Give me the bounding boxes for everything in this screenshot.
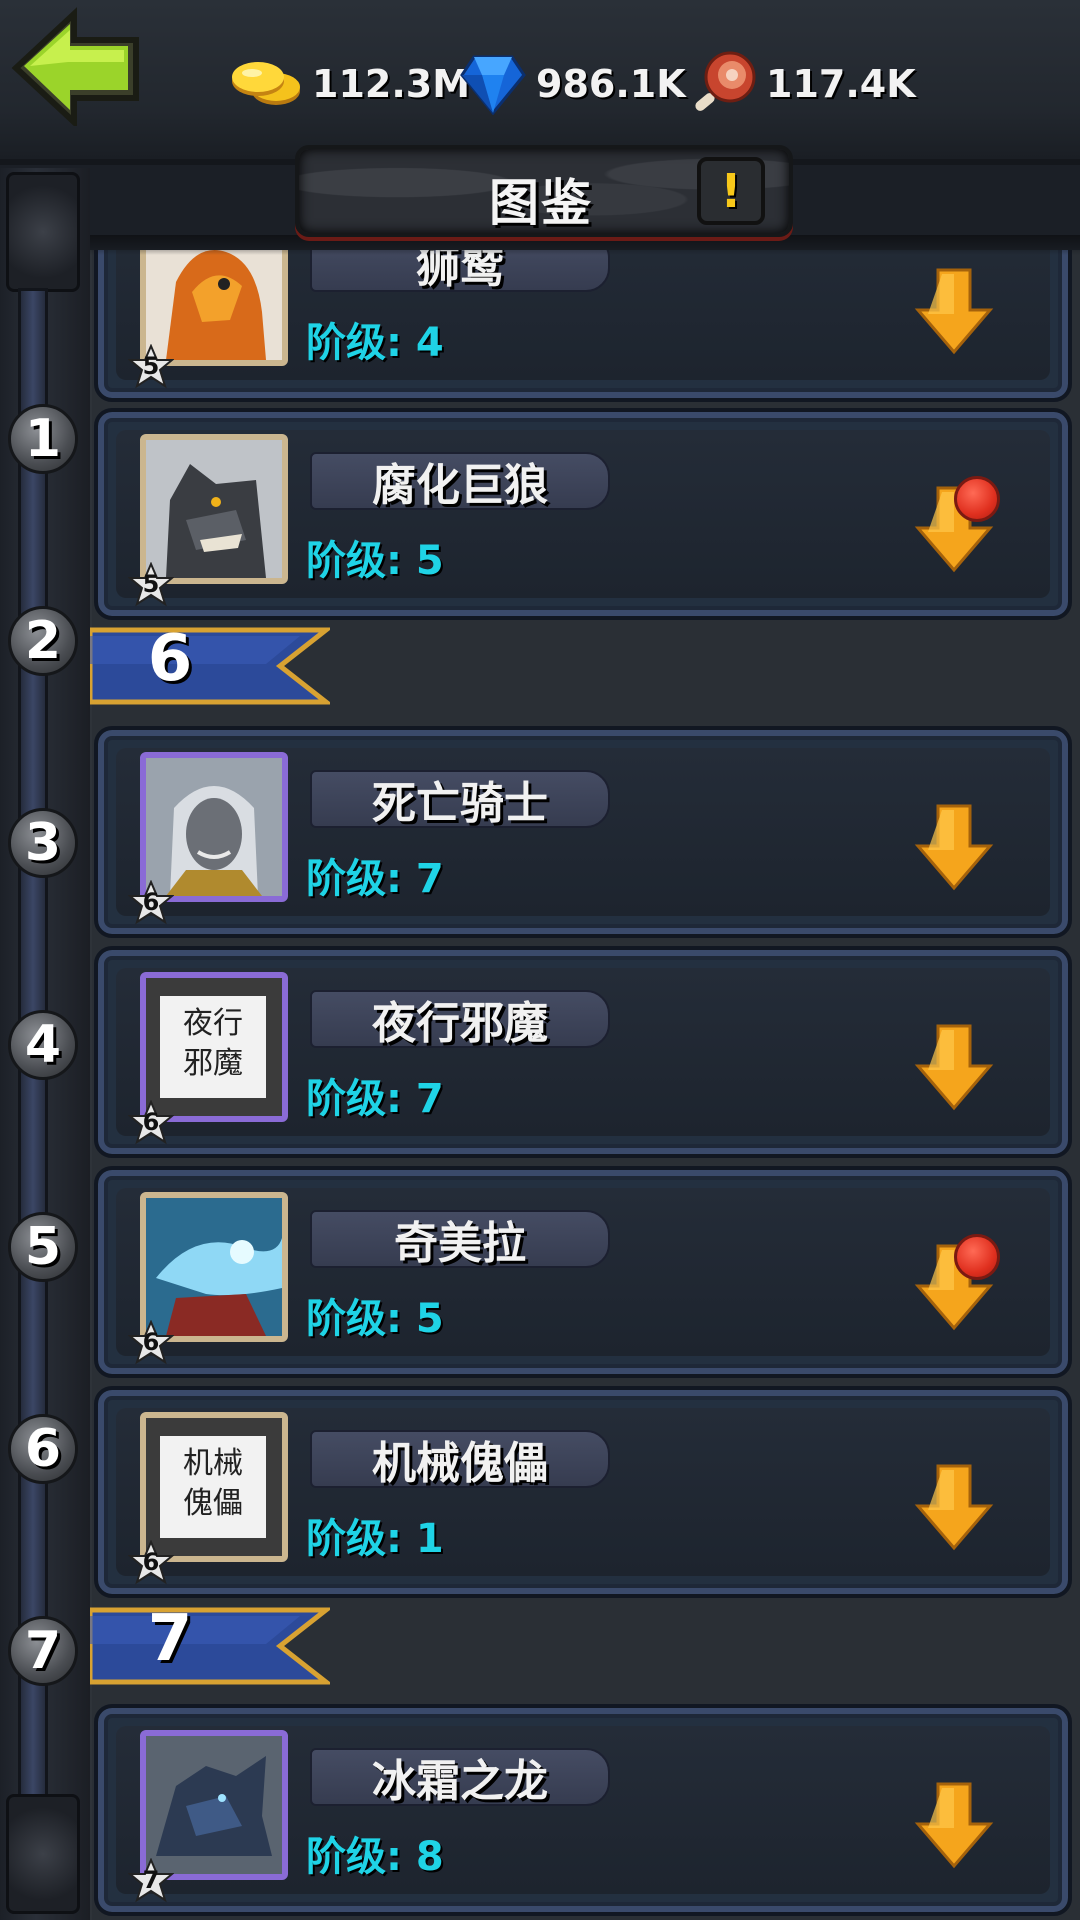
rank-jump-3[interactable]: 3 [8, 808, 78, 878]
down-arrow-icon [914, 804, 994, 891]
back-arrow-icon [11, 7, 139, 129]
rank-jump-4[interactable]: 4 [8, 1010, 78, 1080]
title-plate: 图鉴 ! [295, 145, 793, 237]
gem-value: 986.1K [536, 62, 686, 106]
gold-resource: 112.3M [228, 52, 470, 116]
down-arrow-icon [914, 1782, 994, 1869]
star-rank-badge: 6 [127, 1539, 175, 1586]
monster-level: 阶级: 1 [306, 1516, 444, 1562]
expand-button[interactable] [914, 1780, 994, 1870]
monster-level: 阶级: 5 [306, 538, 444, 584]
monster-name: 夜行邪魔 [310, 990, 610, 1049]
expand-button[interactable] [914, 266, 994, 356]
rank-jump-2[interactable]: 2 [8, 606, 78, 676]
rank-ribbon: 6 [90, 622, 334, 706]
portrait-placeholder: 机械 傀儡 [160, 1436, 266, 1538]
rank-jump-7[interactable]: 7 [8, 1616, 78, 1686]
top-resource-bar: 112.3M 986.1K 117.4K [0, 0, 1080, 165]
monster-level: 阶级: 4 [306, 320, 444, 366]
meat-value: 117.4K [766, 62, 916, 106]
star-rank-badge: 5 [127, 343, 175, 390]
expand-button[interactable] [914, 802, 994, 892]
expand-button[interactable] [914, 1462, 994, 1552]
meat-resource: 117.4K [690, 51, 916, 116]
wolf-portrait-art [146, 440, 282, 578]
expand-button[interactable] [914, 1022, 994, 1112]
star-rank-badge: 5 [127, 561, 175, 608]
new-alert-badge [954, 476, 1000, 522]
star-rank-badge: 6 [127, 879, 175, 926]
monster-name: 奇美拉 [310, 1210, 610, 1269]
rank-jump-5[interactable]: 5 [8, 1212, 78, 1282]
frost-dragon-portrait-art [146, 1736, 282, 1874]
rail-bottom-cap [6, 1794, 80, 1914]
down-arrow-icon [914, 268, 994, 355]
back-button[interactable] [8, 6, 148, 129]
chimera-portrait-art [146, 1198, 282, 1336]
meat-icon [695, 51, 756, 111]
gold-coins-icon [232, 62, 300, 105]
rank-ribbon: 7 [90, 1602, 334, 1686]
blue-gem-icon [460, 55, 526, 115]
list-top-shadow [90, 235, 1080, 255]
monster-card[interactable]: 6 死亡骑士 阶级: 7 [94, 726, 1072, 938]
monster-level: 阶级: 7 [306, 1076, 444, 1122]
star-rank-badge: 6 [127, 1319, 175, 1366]
monster-card[interactable]: 6 奇美拉 阶级: 5 [94, 1166, 1072, 1378]
monster-level: 阶级: 5 [306, 1296, 444, 1342]
page-title: 图鉴 [489, 174, 593, 232]
monster-card[interactable]: 7 冰霜之龙 阶级: 8 [94, 1704, 1072, 1916]
info-button[interactable]: ! [697, 157, 765, 225]
rank-jump-6[interactable]: 6 [8, 1414, 78, 1484]
monster-name: 机械傀儡 [310, 1430, 610, 1489]
rank-jump-1[interactable]: 1 [8, 404, 78, 474]
gem-resource: 986.1K [460, 52, 686, 116]
new-alert-badge [954, 1234, 1000, 1280]
down-arrow-icon [914, 1024, 994, 1111]
monster-name: 狮鹫 [310, 250, 610, 293]
star-rank-badge: 7 [127, 1857, 175, 1904]
monster-list[interactable]: 5 狮鹫 阶级: 4 5 腐化巨狼 阶级: 5 6 6 死亡骑士 阶级: 7 夜… [90, 250, 1080, 1920]
ribbon-banner-icon [90, 1607, 334, 1685]
rail-top-cap [6, 172, 80, 292]
monster-card[interactable]: 5 狮鹫 阶级: 4 [94, 250, 1072, 402]
rank-label: 7 [147, 1602, 193, 1676]
gold-value: 112.3M [312, 62, 471, 106]
monster-level: 阶级: 8 [306, 1834, 444, 1880]
portrait-placeholder: 夜行 邪魔 [160, 996, 266, 1098]
monster-name: 死亡骑士 [310, 770, 610, 829]
star-rank-badge: 6 [127, 1099, 175, 1146]
monster-name: 冰霜之龙 [310, 1748, 610, 1807]
ribbon-banner-icon [90, 627, 334, 705]
death-knight-portrait-art [146, 758, 282, 896]
down-arrow-icon [914, 1464, 994, 1551]
monster-card[interactable]: 夜行 邪魔 6 夜行邪魔 阶级: 7 [94, 946, 1072, 1158]
monster-level: 阶级: 7 [306, 856, 444, 902]
exclamation-icon: ! [720, 164, 742, 218]
rank-label: 6 [147, 622, 193, 696]
monster-card[interactable]: 5 腐化巨狼 阶级: 5 [94, 408, 1072, 620]
monster-card[interactable]: 机械 傀儡 6 机械傀儡 阶级: 1 [94, 1386, 1072, 1598]
monster-name: 腐化巨狼 [310, 452, 610, 511]
